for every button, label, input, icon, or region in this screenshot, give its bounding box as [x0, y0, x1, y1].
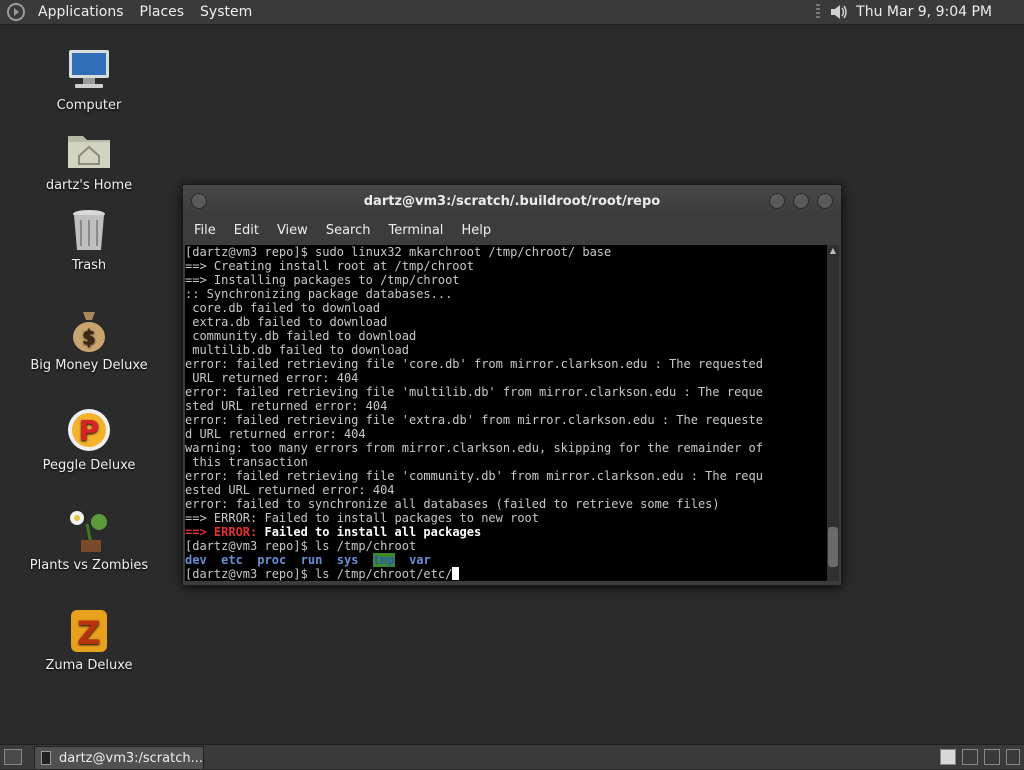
ls-entry: var	[409, 553, 431, 567]
desktop-icon-label: Plants vs Zombies	[29, 558, 149, 573]
foot-logo-icon[interactable]	[6, 2, 26, 22]
svg-text:Z: Z	[77, 614, 100, 652]
terminal-line: ==> Installing packages to /tmp/chroot	[185, 273, 460, 287]
taskbar-button-terminal[interactable]: dartz@vm3:/scratch...	[34, 746, 204, 770]
desktop-icon-zuma[interactable]: Z Zuma Deluxe	[24, 606, 154, 673]
desktop-icon-label: Zuma Deluxe	[45, 658, 133, 673]
ls-entry: proc	[257, 553, 287, 567]
terminal-line: [dartz@vm3 repo]$ sudo linux32 mkarchroo…	[185, 245, 612, 259]
maximize-button[interactable]	[793, 193, 809, 209]
plants-vs-zombies-icon	[70, 511, 107, 552]
terminal-line: :: Synchronizing package databases...	[185, 287, 453, 301]
terminal-window: dartz@vm3:/scratch/.buildroot/root/repo …	[182, 184, 842, 586]
prompt-text: [dartz@vm3 repo]$ ls /tmp/chroot/etc/	[185, 567, 453, 581]
desktop-icon-label: Peggle Deluxe	[42, 458, 136, 473]
text-cursor	[452, 567, 460, 580]
menu-terminal[interactable]: Terminal	[379, 223, 452, 238]
error-prefix: ==> ERROR:	[185, 525, 258, 539]
terminal-line: core.db failed to download	[185, 301, 381, 315]
peggle-icon: P	[68, 409, 110, 451]
svg-text:$: $	[82, 325, 96, 349]
desktop-icon-label: dartz's Home	[45, 178, 133, 193]
terminal-output[interactable]: [dartz@vm3 repo]$ sudo linux32 mkarchroo…	[185, 245, 827, 581]
menu-search[interactable]: Search	[317, 223, 380, 238]
menu-help[interactable]: Help	[452, 223, 500, 238]
minimize-button[interactable]	[769, 193, 785, 209]
terminal-line: extra.db failed to download	[185, 315, 388, 329]
terminal-scrollbar[interactable]: ▲	[827, 245, 839, 581]
desktop-icon-label: Computer	[56, 98, 122, 113]
terminal-line: error: failed retrieving file 'community…	[185, 469, 763, 483]
terminal-line: [dartz@vm3 repo]$ ls /tmp/chroot	[185, 539, 417, 553]
workspace-3[interactable]	[984, 749, 1000, 765]
workspace-1[interactable]	[940, 749, 956, 765]
scroll-up-icon[interactable]: ▲	[827, 245, 839, 257]
zuma-icon: Z	[71, 610, 107, 652]
menu-view[interactable]: View	[268, 223, 317, 238]
trash-icon	[73, 210, 105, 250]
ls-entry-sticky: tmp	[372, 553, 395, 567]
desktop-icon-home[interactable]: dartz's Home	[24, 126, 154, 193]
clock[interactable]: Thu Mar 9, 9:04 PM	[850, 4, 1024, 20]
terminal-line: this transaction	[185, 455, 308, 469]
desktop-icon-peggle[interactable]: P Peggle Deluxe	[24, 406, 154, 473]
window-titlebar[interactable]: dartz@vm3:/scratch/.buildroot/root/repo	[183, 185, 841, 217]
desktop-icon-big-money[interactable]: $ Big Money Deluxe	[24, 306, 154, 373]
terminal-line: error: failed retrieving file 'extra.db'…	[185, 413, 763, 427]
desktop-icon-label: Big Money Deluxe	[30, 358, 148, 373]
svg-text:P: P	[79, 414, 100, 447]
window-menu-button[interactable]	[191, 193, 207, 209]
top-panel: Applications Places System Thu Mar 9, 9:…	[0, 0, 1024, 25]
error-message: Failed to install all packages	[257, 525, 482, 539]
terminal-line: community.db failed to download	[185, 329, 417, 343]
scrollbar-thumb[interactable]	[828, 527, 838, 567]
desktop-icon-plants-vs-zombies[interactable]: Plants vs Zombies	[24, 506, 154, 573]
terminal-menubar: File Edit View Search Terminal Help	[183, 217, 841, 243]
workspace-4[interactable]	[1006, 749, 1020, 765]
ls-entry: run	[300, 553, 323, 567]
desktop-icon-trash[interactable]: Trash	[24, 206, 154, 273]
system-menu[interactable]: System	[192, 4, 260, 20]
show-desktop-icon[interactable]	[4, 749, 22, 765]
terminal-line: multilib.db failed to download	[185, 343, 409, 357]
ls-entry: dev	[185, 553, 207, 567]
bottom-panel: dartz@vm3:/scratch...	[0, 744, 1024, 770]
prompt-line: [dartz@vm3 repo]$ ls /tmp/chroot/etc/	[185, 567, 827, 581]
workspace-2[interactable]	[962, 749, 978, 765]
menu-edit[interactable]: Edit	[225, 223, 268, 238]
ls-entry: sys	[336, 553, 359, 567]
desktop-icon-computer[interactable]: Computer	[24, 46, 154, 113]
home-folder-icon	[68, 136, 110, 168]
ls-output-line: dev etc proc run sys tmp var	[185, 553, 827, 567]
terminal-line: sted URL returned error: 404	[185, 399, 388, 413]
terminal-icon	[41, 751, 52, 765]
taskbar-label: dartz@vm3:/scratch...	[59, 750, 203, 766]
terminal-line: URL returned error: 404	[185, 371, 359, 385]
computer-icon	[69, 50, 109, 88]
volume-icon[interactable]	[828, 2, 850, 22]
terminal-error-line: ==> ERROR: Failed to install all package…	[185, 525, 827, 539]
terminal-line: error: failed retrieving file 'core.db' …	[185, 357, 763, 371]
ls-entry: etc	[221, 553, 243, 567]
money-bag-icon: $	[73, 312, 105, 352]
terminal-line: ==> ERROR: Failed to install packages to…	[185, 511, 540, 525]
panel-handle[interactable]	[816, 4, 821, 20]
terminal-line: warning: too many errors from mirror.cla…	[185, 441, 763, 455]
menu-file[interactable]: File	[185, 223, 225, 238]
terminal-line: error: failed to synchronize all databas…	[185, 497, 720, 511]
desktop-icon-label: Trash	[71, 258, 107, 273]
terminal-line: error: failed retrieving file 'multilib.…	[185, 385, 763, 399]
close-button[interactable]	[817, 193, 833, 209]
places-menu[interactable]: Places	[132, 4, 193, 20]
window-title: dartz@vm3:/scratch/.buildroot/root/repo	[363, 193, 661, 209]
terminal-line: ested URL returned error: 404	[185, 483, 395, 497]
terminal-line: d URL returned error: 404	[185, 427, 366, 441]
top-panel-tray: Thu Mar 9, 9:04 PM	[816, 0, 1024, 24]
applications-menu[interactable]: Applications	[30, 4, 132, 20]
terminal-line: ==> Creating install root at /tmp/chroot	[185, 259, 474, 273]
